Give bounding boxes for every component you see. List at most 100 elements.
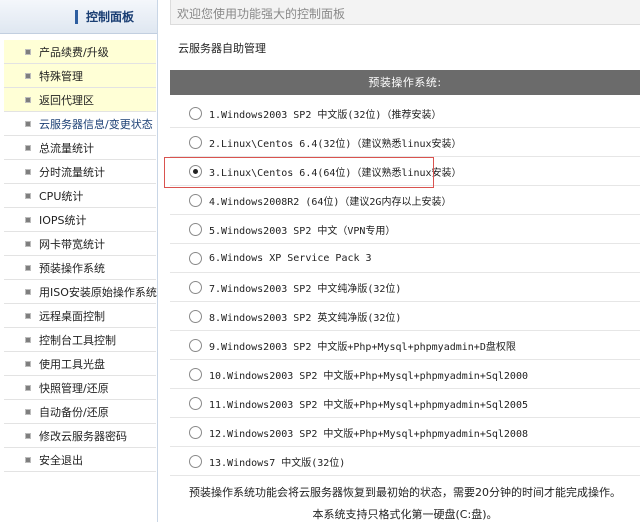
bullet-icon	[25, 240, 31, 247]
bullet-icon	[25, 288, 31, 295]
sidebar-item[interactable]: 使用工具光盘	[4, 352, 156, 376]
os-radio-button[interactable]	[189, 367, 202, 381]
bullet-icon	[25, 144, 31, 151]
os-option-row[interactable]: 2.Linux\Centos 6.4(32位)（建议熟悉linux安装）	[170, 128, 640, 157]
os-radio-button[interactable]	[189, 396, 202, 410]
os-option-row[interactable]: 5.Windows2003 SP2 中文（VPN专用）	[170, 215, 640, 244]
bullet-icon	[25, 336, 31, 343]
sidebar-item-label: 产品续费/升级	[39, 45, 109, 59]
format-notice: 本系统支持只格式化第一硬盘(C:盘)。	[312, 508, 498, 521]
os-option-row[interactable]: 1.Windows2003 SP2 中文版(32位)（推荐安装）	[170, 99, 640, 128]
sidebar-item[interactable]: 云服务器信息/变更状态	[4, 112, 156, 136]
os-radio-button[interactable]	[189, 338, 202, 352]
os-option-row[interactable]: 8.Windows2003 SP2 英文纯净版(32位)	[170, 302, 640, 331]
reinstall-notice: 预装操作系统功能会将云服务器恢复到最初始的状态，需要20分钟的时间才能完成操作。	[189, 486, 621, 499]
sidebar-item-label: 自动备份/还原	[39, 405, 109, 419]
sidebar-item[interactable]: IOPS统计	[4, 208, 156, 232]
os-radio-button[interactable]	[189, 309, 202, 323]
sidebar-item[interactable]: 控制台工具控制	[4, 328, 156, 352]
sidebar-item-label: 总流量统计	[39, 141, 94, 155]
sidebar-item[interactable]: 分时流量统计	[4, 160, 156, 184]
sidebar-item-label: 云服务器信息/变更状态	[39, 117, 153, 131]
sidebar-item[interactable]: 产品续费/升级	[4, 40, 156, 64]
os-option-row[interactable]: 7.Windows2003 SP2 中文纯净版(32位)	[170, 273, 640, 302]
os-option-row[interactable]: 6.Windows XP Service Pack 3	[170, 244, 640, 273]
os-option-row[interactable]: 12.Windows2003 SP2 中文版+Php+Mysql+phpmyad…	[170, 418, 640, 447]
bullet-icon	[25, 48, 31, 55]
bullet-icon	[25, 456, 31, 463]
page-title: 云服务器自助管理	[178, 42, 266, 55]
selected-option-highlight	[164, 157, 434, 188]
sidebar-item-label: IOPS统计	[39, 213, 87, 227]
os-radio-button[interactable]	[189, 222, 202, 236]
sidebar-header: 控制面板	[0, 0, 157, 34]
bullet-icon	[25, 360, 31, 367]
sidebar-item-label: 使用工具光盘	[39, 357, 105, 371]
os-option-row[interactable]: 4.Windows2008R2 (64位)（建议2G内存以上安装）	[170, 186, 640, 215]
sidebar-title: 控制面板	[75, 10, 134, 24]
bullet-icon	[25, 312, 31, 319]
os-radio-button[interactable]	[189, 251, 202, 265]
sidebar: 控制面板 产品续费/升级 特殊管理返回代理区云服务器信息/变更状态 总流量统计分时流…	[0, 0, 158, 522]
bullet-icon	[25, 120, 31, 127]
sidebar-item[interactable]: CPU统计	[4, 184, 156, 208]
os-option-label: 2.Linux\Centos 6.4(32位)（建议熟悉linux安装）	[209, 138, 462, 150]
sidebar-item-label: 安全退出	[39, 453, 83, 467]
sidebar-item-label: 预装操作系统	[39, 261, 105, 275]
sidebar-item-label: CPU统计	[39, 189, 84, 203]
os-option-label: 5.Windows2003 SP2 中文（VPN专用）	[209, 225, 396, 237]
sidebar-item[interactable]: 修改云服务器密码	[4, 424, 156, 448]
os-radio-button[interactable]	[189, 280, 202, 294]
os-option-label: 12.Windows2003 SP2 中文版+Php+Mysql+phpmyad…	[209, 428, 528, 440]
os-option-label: 4.Windows2008R2 (64位)（建议2G内存以上安装）	[209, 196, 452, 208]
os-option-row[interactable]: 11.Windows2003 SP2 中文版+Php+Mysql+phpmyad…	[170, 389, 640, 418]
bullet-icon	[25, 168, 31, 175]
sidebar-item[interactable]: 远程桌面控制	[4, 304, 156, 328]
os-option-label: 8.Windows2003 SP2 英文纯净版(32位)	[209, 312, 402, 324]
sidebar-item[interactable]: 返回代理区	[4, 88, 156, 112]
bullet-icon	[25, 384, 31, 391]
sidebar-item[interactable]: 快照管理/还原	[4, 376, 156, 400]
os-table-header: 预装操作系统:	[170, 70, 640, 95]
sidebar-item[interactable]: 预装操作系统	[4, 256, 156, 280]
sidebar-item[interactable]: 总流量统计	[4, 136, 156, 160]
os-option-label: 13.Windows7 中文版(32位)	[209, 457, 346, 469]
os-option-row[interactable]: 13.Windows7 中文版(32位)	[170, 447, 640, 476]
bullet-icon	[25, 264, 31, 271]
os-radio-button[interactable]	[189, 106, 202, 120]
bullet-icon	[25, 432, 31, 439]
os-option-row[interactable]: 9.Windows2003 SP2 中文版+Php+Mysql+phpmyadm…	[170, 331, 640, 360]
sidebar-item[interactable]: 特殊管理	[4, 64, 156, 88]
os-radio-button[interactable]	[189, 454, 202, 468]
bullet-icon	[25, 192, 31, 199]
sidebar-item-label: 用ISO安装原始操作系统	[39, 285, 157, 299]
sidebar-item-label: 返回代理区	[39, 93, 94, 107]
sidebar-item-label: 特殊管理	[39, 69, 83, 83]
os-radio-button[interactable]	[189, 425, 202, 439]
sidebar-item-label: 控制台工具控制	[39, 333, 116, 347]
sidebar-item-label: 修改云服务器密码	[39, 429, 127, 443]
welcome-text: 欢迎您使用功能强大的控制面板	[177, 7, 346, 21]
sidebar-item-label: 快照管理/还原	[39, 381, 109, 395]
sidebar-item[interactable]: 安全退出	[4, 448, 156, 472]
os-radio-button[interactable]	[189, 193, 202, 207]
sidebar-item-label: 分时流量统计	[39, 165, 105, 179]
bullet-icon	[25, 408, 31, 415]
os-radio-button[interactable]	[189, 135, 202, 149]
bullet-icon	[25, 96, 31, 103]
os-option-label: 10.Windows2003 SP2 中文版+Php+Mysql+phpmyad…	[209, 370, 528, 382]
os-option-row[interactable]: 10.Windows2003 SP2 中文版+Php+Mysql+phpmyad…	[170, 360, 640, 389]
os-option-label: 1.Windows2003 SP2 中文版(32位)（推荐安装）	[209, 109, 442, 121]
sidebar-item[interactable]: 网卡带宽统计	[4, 232, 156, 256]
sidebar-item-label: 远程桌面控制	[39, 309, 105, 323]
os-option-label: 9.Windows2003 SP2 中文版+Php+Mysql+phpmyadm…	[209, 341, 516, 353]
os-option-label: 6.Windows XP Service Pack 3	[209, 252, 372, 264]
sidebar-item[interactable]: 用ISO安装原始操作系统	[4, 280, 157, 304]
os-option-label: 11.Windows2003 SP2 中文版+Php+Mysql+phpmyad…	[209, 399, 528, 411]
welcome-bar: 欢迎您使用功能强大的控制面板	[170, 0, 640, 25]
sidebar-item[interactable]: 自动备份/还原	[4, 400, 156, 424]
bullet-icon	[25, 72, 31, 79]
bullet-icon	[25, 216, 31, 223]
os-option-label: 7.Windows2003 SP2 中文纯净版(32位)	[209, 283, 402, 295]
sidebar-item-label: 网卡带宽统计	[39, 237, 105, 251]
